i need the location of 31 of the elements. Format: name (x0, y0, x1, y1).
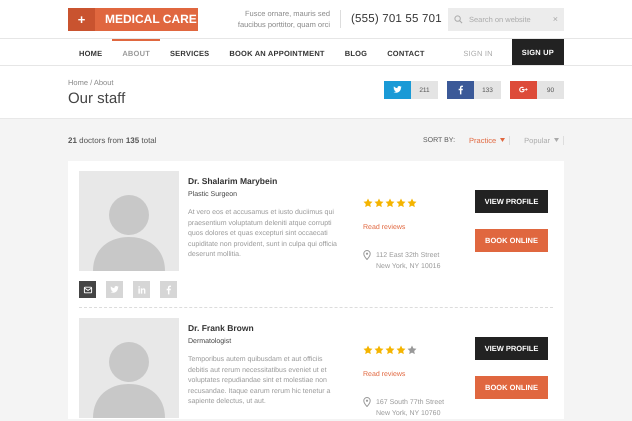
caret-icon (554, 138, 559, 142)
share-button[interactable] (384, 81, 411, 99)
logo-button[interactable]: + MEDICAL CARE (68, 8, 198, 30)
star-icon (385, 345, 395, 355)
page-title: Our staff (68, 90, 126, 106)
star-icon (374, 345, 384, 355)
star-icon (363, 198, 373, 208)
share-button[interactable] (510, 81, 537, 99)
envelope-icon (82, 284, 94, 296)
search-icon (454, 14, 463, 24)
bird-icon (108, 284, 120, 296)
caret-icon (500, 138, 506, 142)
star-icon (385, 198, 395, 208)
logo-text: MEDICAL CARE (105, 12, 197, 26)
doctor-name: Dr. Frank Brown (188, 323, 255, 333)
share-button[interactable] (447, 81, 474, 99)
map-pin-icon (363, 397, 371, 407)
star-icon (407, 198, 417, 208)
results-summary: 21 doctors from 135 total (68, 136, 157, 144)
doctor-name: Dr. Shalarim Marybein (188, 176, 278, 186)
star-icon (407, 345, 417, 355)
linkedin-icon (136, 284, 148, 296)
map-pin-icon (363, 250, 371, 260)
social-button[interactable] (79, 281, 96, 298)
phone-number: (555) 701 55 701 (351, 13, 442, 25)
star-icon (396, 345, 406, 355)
star-icon (374, 198, 384, 208)
star-icon (363, 345, 373, 355)
star-icon (396, 198, 406, 208)
clear-button[interactable]: × (552, 14, 558, 24)
logo-plus: + (68, 8, 95, 30)
